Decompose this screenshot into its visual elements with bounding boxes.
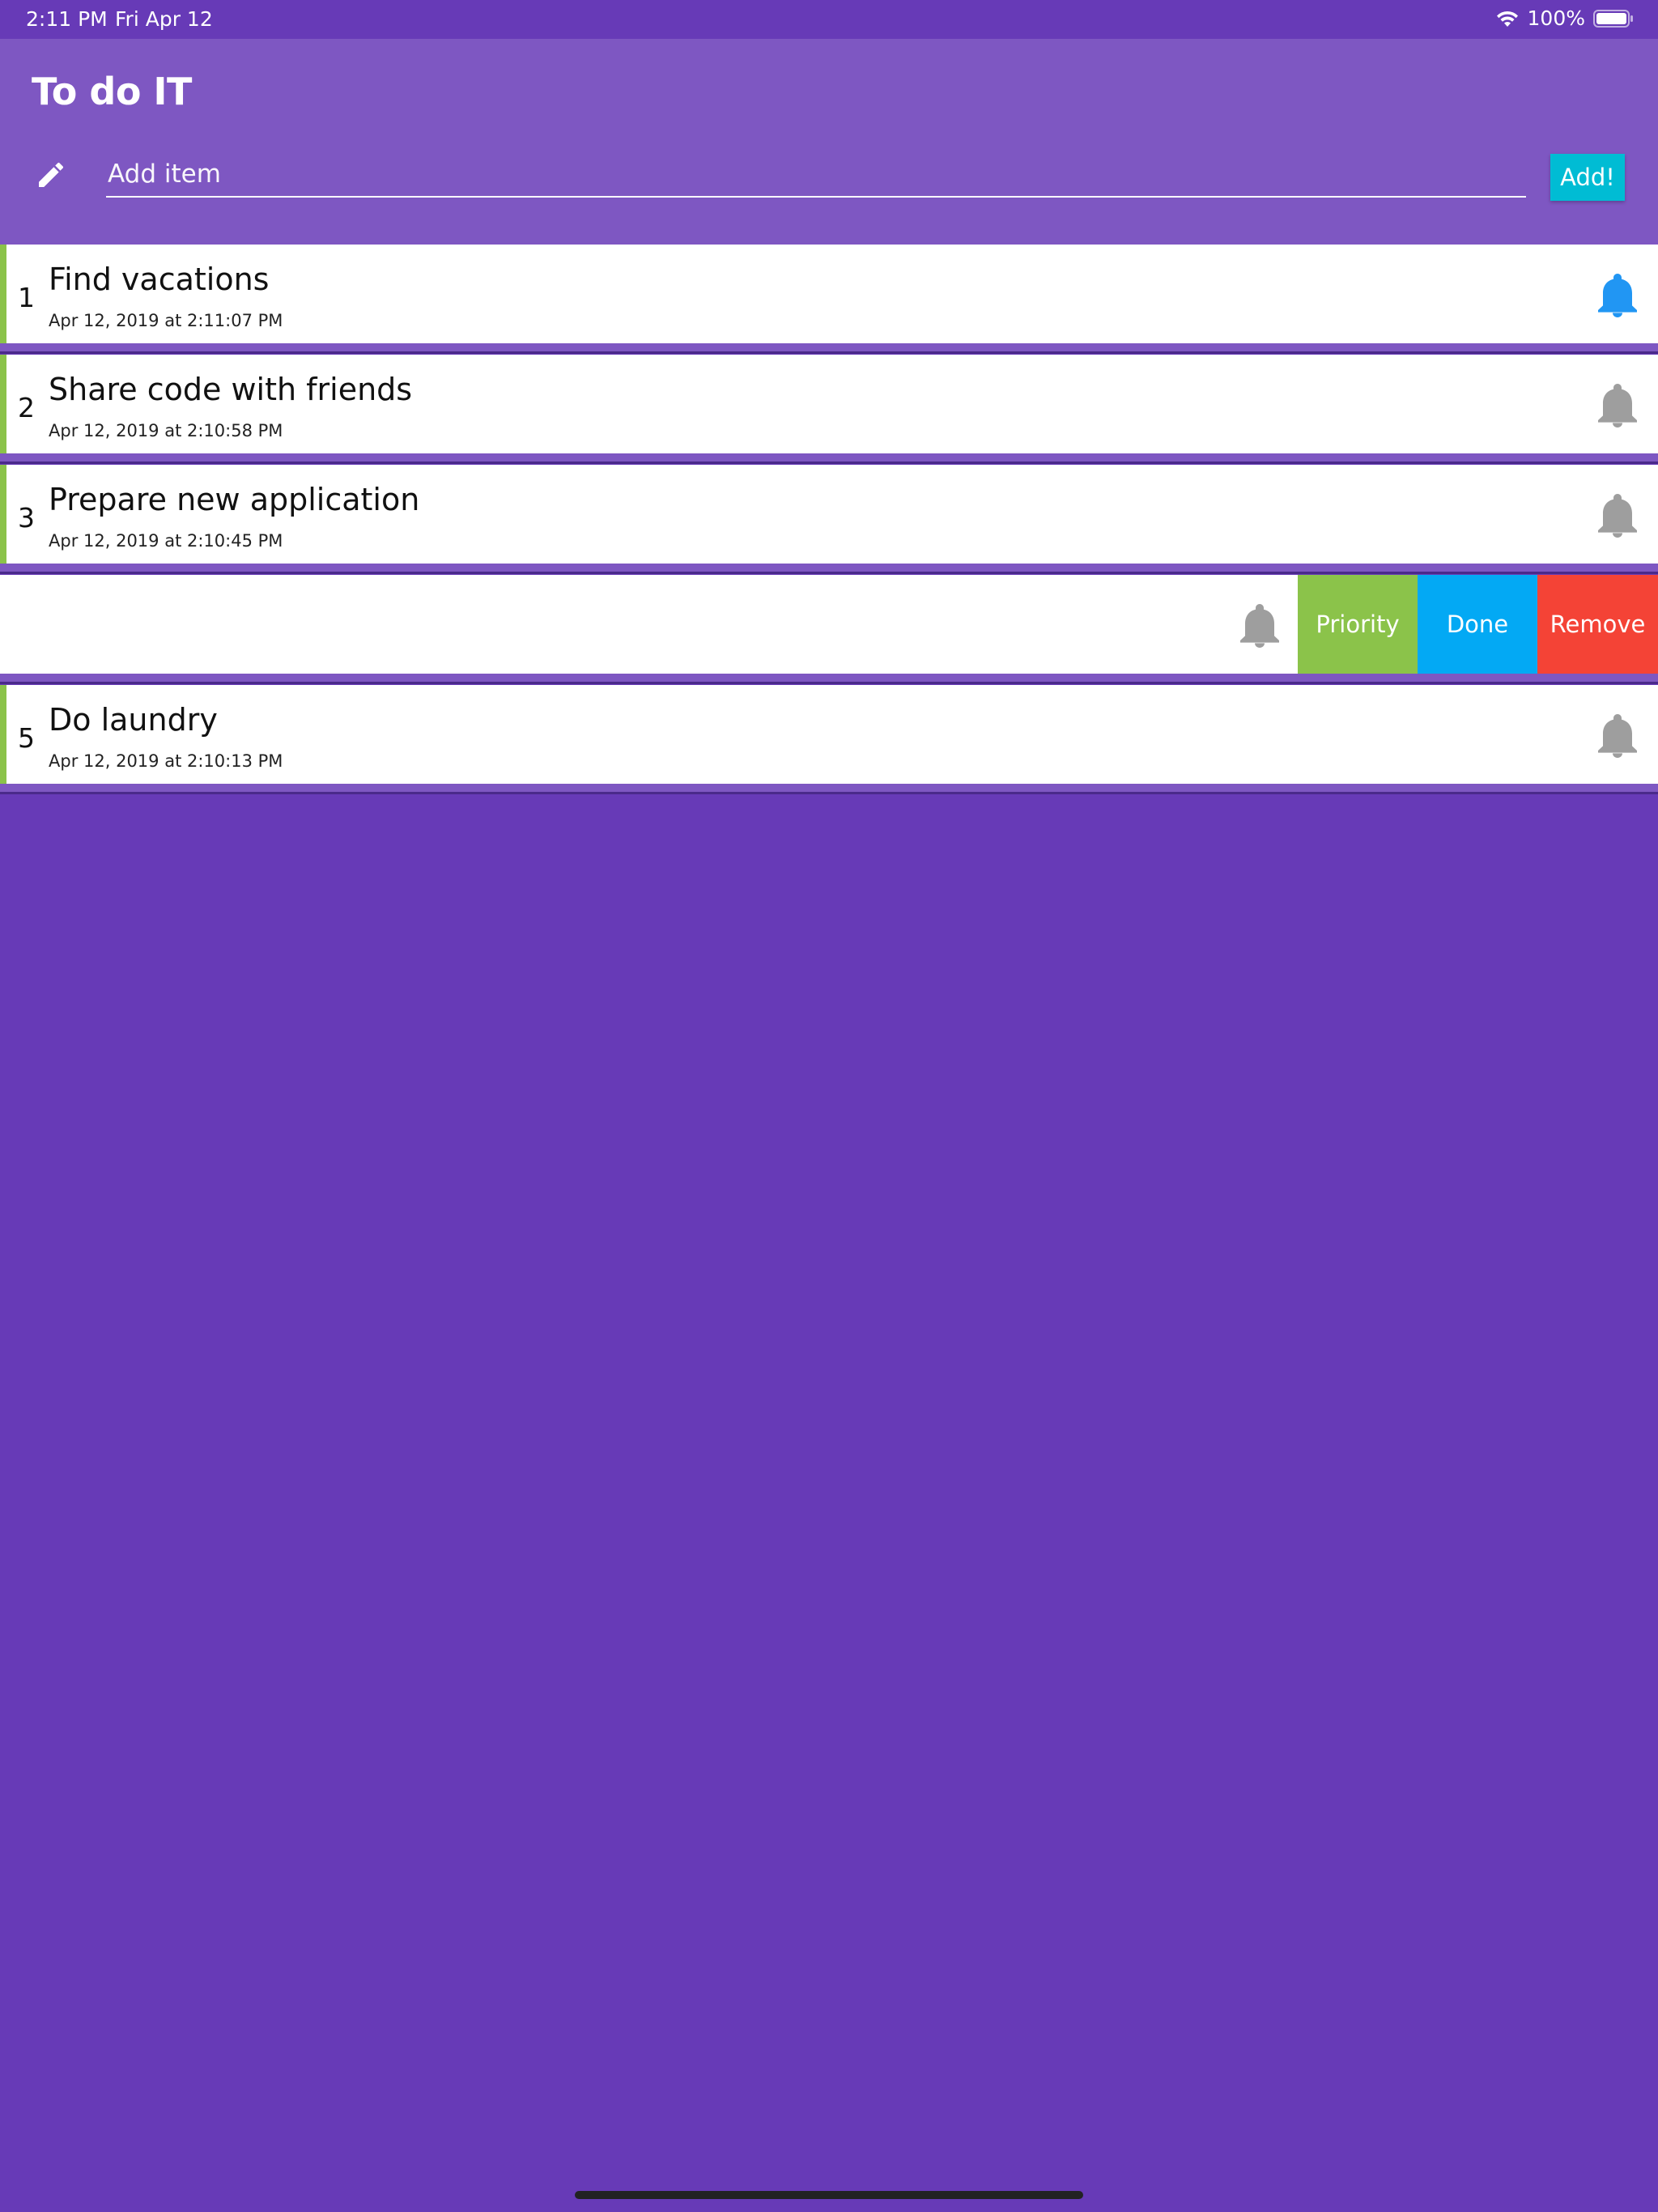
todo-title: Prepare new application — [49, 482, 420, 517]
status-bar: 2:11 PM Fri Apr 12 100% — [0, 0, 1658, 39]
priority-indicator — [0, 465, 6, 564]
todo-index: 1 — [18, 282, 35, 313]
todo-title: Share code with friends — [49, 372, 413, 407]
add-button[interactable]: Add! — [1550, 154, 1625, 201]
todo-item[interactable]: 1 Find vacations Apr 12, 2019 at 2:11:07… — [0, 245, 1658, 351]
todo-title: Do laundry — [49, 702, 218, 738]
todo-date: Apr 12, 2019 at 2:10:45 PM — [49, 531, 283, 551]
todo-item[interactable]: 2 Share code with friends Apr 12, 2019 a… — [0, 355, 1658, 462]
todo-date: Apr 12, 2019 at 2:10:13 PM — [49, 751, 283, 771]
todo-item[interactable]: 3 Prepare new application Apr 12, 2019 a… — [0, 465, 1658, 572]
status-date: Fri Apr 12 — [115, 7, 213, 31]
todo-date: Apr 12, 2019 at 2:11:07 PM — [49, 311, 283, 330]
home-indicator[interactable] — [575, 2191, 1083, 2199]
priority-indicator — [0, 355, 6, 453]
priority-indicator — [0, 685, 6, 784]
priority-button[interactable]: Priority — [1298, 575, 1418, 674]
battery-icon — [1593, 9, 1634, 28]
todo-item[interactable]: 5 Do laundry Apr 12, 2019 at 2:10:13 PM — [0, 685, 1658, 792]
bell-icon[interactable] — [1240, 604, 1279, 648]
todo-index: 5 — [18, 722, 35, 754]
status-time: 2:11 PM — [26, 7, 108, 31]
todo-index: 3 — [18, 502, 35, 534]
app-title: To do IT — [32, 70, 192, 113]
todo-index: 2 — [18, 392, 35, 423]
priority-indicator — [0, 245, 6, 343]
bell-icon[interactable] — [1598, 494, 1637, 538]
wifi-icon — [1495, 9, 1520, 28]
add-item-input[interactable] — [106, 152, 1526, 198]
todo-list: 1 Find vacations Apr 12, 2019 at 2:11:07… — [0, 245, 1658, 795]
pencil-icon — [35, 159, 67, 191]
todo-date: Apr 12, 2019 at 2:10:58 PM — [49, 421, 283, 440]
bell-icon[interactable] — [1598, 384, 1637, 428]
bell-icon[interactable] — [1598, 274, 1637, 317]
battery-percentage: 100% — [1527, 6, 1585, 30]
app-header: To do IT Add! — [0, 39, 1658, 245]
status-indicators: 100% — [1495, 6, 1634, 30]
remove-button[interactable]: Remove — [1537, 575, 1658, 674]
done-button[interactable]: Done — [1418, 575, 1537, 674]
todo-title: Find vacations — [49, 262, 270, 297]
todo-item-swiped[interactable]: Priority Done Remove — [0, 575, 1658, 682]
bell-icon[interactable] — [1598, 714, 1637, 758]
